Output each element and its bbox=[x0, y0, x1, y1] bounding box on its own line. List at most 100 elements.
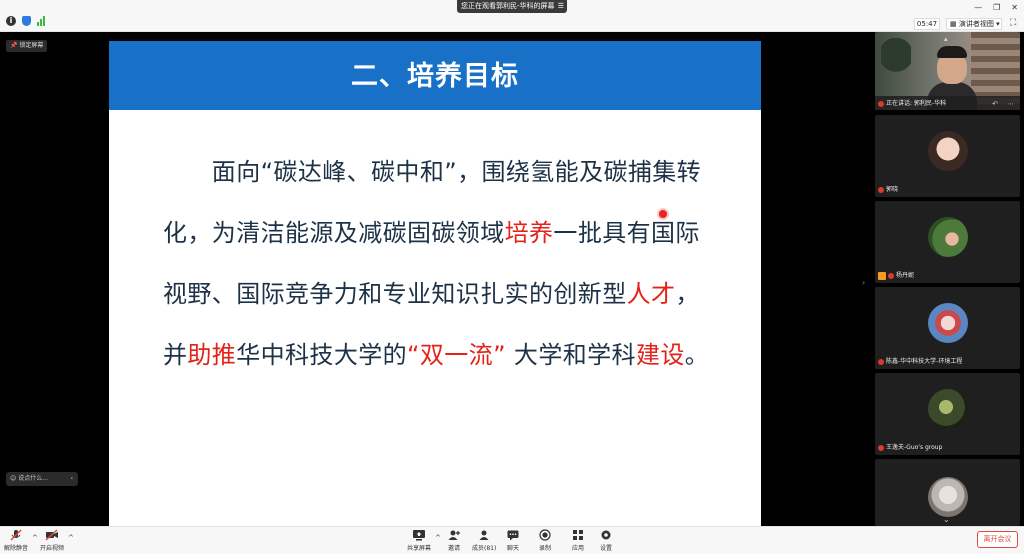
participant-label: 杨丹妮 bbox=[878, 271, 914, 280]
mic-off-icon bbox=[878, 444, 884, 451]
record-button[interactable]: 录制 bbox=[538, 529, 552, 552]
gear-icon bbox=[601, 530, 611, 540]
status-icons: i bbox=[6, 16, 45, 26]
participant-tile[interactable]: 陈鑫-华中科技大学-环境工程 bbox=[875, 287, 1020, 369]
unmute-label: 解除静音 bbox=[4, 545, 29, 552]
grid-icon: ▦ bbox=[950, 20, 957, 28]
lock-screen-label: 锁定屏幕 bbox=[19, 42, 44, 49]
participant-tile[interactable]: ⌄ bbox=[875, 459, 1020, 526]
info-icon[interactable]: i bbox=[6, 16, 16, 26]
settings-label: 设置 bbox=[599, 545, 612, 552]
chevron-up-icon[interactable]: ▴ bbox=[944, 35, 948, 43]
members-button[interactable]: 成员(81) bbox=[472, 529, 496, 552]
slide-text: 。 bbox=[684, 341, 710, 369]
mic-off-icon bbox=[878, 186, 884, 193]
chat-button[interactable]: 聊天 bbox=[506, 529, 520, 552]
chat-label: 聊天 bbox=[506, 545, 519, 552]
shield-icon[interactable] bbox=[22, 16, 31, 26]
slide-highlight: 培养 bbox=[504, 219, 554, 247]
unmute-button[interactable]: 解除静音 bbox=[4, 529, 28, 552]
participant-tile[interactable]: 郭晓 bbox=[875, 115, 1020, 197]
meeting-window: i 您正在观看郭利民-华科的屏幕 ☰ — ❐ ✕ 05:47 ▦ 演讲者视图 ▾… bbox=[0, 0, 1024, 554]
screen-share-icon bbox=[413, 530, 425, 541]
invite-label: 邀请 bbox=[447, 545, 460, 552]
active-speaker-tile[interactable]: ▴ 正在讲话: 郭利民-华科 ↶ ⋯ bbox=[875, 32, 1020, 110]
view-mode-button[interactable]: ▦ 演讲者视图 ▾ bbox=[946, 18, 1002, 30]
share-screen-button[interactable]: 共享屏幕 bbox=[407, 529, 431, 552]
chevron-up-icon[interactable]: ^ bbox=[32, 534, 38, 542]
share-status-text: 您正在观看郭利民-华科的屏幕 bbox=[461, 2, 555, 10]
chat-input[interactable]: ☺ 说点什么... ‹ bbox=[6, 472, 78, 486]
signal-icon[interactable] bbox=[37, 16, 45, 26]
slide-text: 大学和学科 bbox=[505, 341, 636, 369]
close-icon[interactable]: ✕ bbox=[1011, 3, 1018, 12]
meeting-timer: 05:47 bbox=[914, 18, 940, 30]
restore-icon[interactable]: ❐ bbox=[993, 3, 1000, 12]
minimize-icon[interactable]: — bbox=[974, 3, 982, 12]
window-controls: — ❐ ✕ bbox=[974, 3, 1018, 12]
add-user-icon bbox=[448, 530, 460, 540]
avatar bbox=[927, 477, 968, 517]
mic-off-icon bbox=[888, 272, 894, 279]
participant-tile[interactable]: 王逸夫-Guo's group bbox=[875, 373, 1020, 455]
user-icon bbox=[878, 271, 886, 280]
chevron-up-icon[interactable]: ^ bbox=[68, 534, 74, 542]
pin-icon: 📌 bbox=[10, 42, 18, 49]
start-video-button[interactable]: 开启视频 bbox=[40, 529, 64, 552]
leave-meeting-button[interactable]: 离开会议 bbox=[977, 531, 1018, 548]
share-screen-label: 共享屏幕 bbox=[407, 545, 432, 552]
avatar bbox=[927, 217, 968, 257]
record-icon bbox=[539, 529, 551, 541]
slide-title: 二、培养目标 bbox=[351, 61, 519, 92]
meeting-toolbar: 解除静音 ^ 开启视频 ^ 共享屏幕 ^ 邀请 成员(81) 聊天 录制 应用 … bbox=[0, 526, 1024, 554]
slide-highlight: “双一流” bbox=[407, 341, 506, 369]
mic-off-icon bbox=[10, 529, 22, 541]
participant-name: 郭晓 bbox=[886, 186, 899, 193]
slide-text: 华中科技大学的 bbox=[236, 341, 408, 369]
record-label: 录制 bbox=[538, 545, 551, 552]
share-menu-icon[interactable]: ☰ bbox=[558, 0, 564, 13]
lock-screen-button[interactable]: 📌 锁定屏幕 bbox=[6, 40, 48, 52]
members-label: 成员(81) bbox=[472, 545, 497, 552]
chevron-left-icon[interactable]: ‹ bbox=[71, 472, 73, 486]
video-off-icon bbox=[45, 529, 58, 541]
emoji-icon[interactable]: ☺ bbox=[10, 475, 16, 482]
apps-icon bbox=[573, 530, 583, 540]
speaker-label: 正在讲话: 郭利民-华科 bbox=[878, 99, 946, 108]
chat-icon bbox=[507, 530, 519, 541]
participant-name: 陈鑫-华中科技大学-环境工程 bbox=[886, 358, 963, 365]
participant-label: 陈鑫-华中科技大学-环境工程 bbox=[878, 357, 962, 366]
title-bar: i 您正在观看郭利民-华科的屏幕 ☰ — ❐ ✕ 05:47 ▦ 演讲者视图 ▾… bbox=[0, 0, 1024, 32]
view-mode-label: 演讲者视图 bbox=[958, 20, 994, 28]
more-icon[interactable]: ⋯ bbox=[1007, 100, 1014, 108]
start-video-label: 开启视频 bbox=[40, 545, 65, 552]
shared-slide: 二、培养目标 面向“碳达峰、碳中和”，围绕氢能及碳捕集转化，为清洁能源及减碳固碳… bbox=[109, 41, 761, 526]
avatar bbox=[927, 131, 968, 171]
chevron-up-icon[interactable]: ^ bbox=[435, 534, 441, 542]
laser-pointer bbox=[659, 210, 667, 218]
video-plant bbox=[881, 38, 911, 94]
participant-name: 王逸夫-Guo's group bbox=[886, 444, 943, 451]
slide-body: 面向“碳达峰、碳中和”，围绕氢能及碳捕集转化，为清洁能源及减碳固碳领域培养一批具… bbox=[163, 142, 723, 386]
participant-name: 杨丹妮 bbox=[896, 272, 915, 279]
mic-off-icon bbox=[878, 358, 884, 365]
invite-button[interactable]: 邀请 bbox=[447, 529, 461, 552]
avatar bbox=[927, 303, 968, 343]
chat-placeholder: 说点什么... bbox=[18, 475, 48, 482]
fullscreen-icon[interactable]: ⛶ bbox=[1010, 18, 1016, 28]
participant-label: 郭晓 bbox=[878, 185, 898, 194]
apps-button[interactable]: 应用 bbox=[571, 529, 585, 552]
slide-highlight: 助推 bbox=[187, 341, 237, 369]
participant-label: 王逸夫-Guo's group bbox=[878, 443, 942, 452]
apps-label: 应用 bbox=[571, 545, 584, 552]
participant-tile[interactable]: 杨丹妮 bbox=[875, 201, 1020, 283]
collapse-panel-icon[interactable]: › bbox=[862, 278, 865, 287]
video-person-hair bbox=[937, 46, 967, 58]
reply-icon[interactable]: ↶ bbox=[992, 100, 998, 108]
settings-button[interactable]: 设置 bbox=[599, 529, 613, 552]
mic-icon bbox=[878, 100, 884, 107]
chevron-down-icon[interactable]: ⌄ bbox=[943, 515, 950, 524]
screen-share-status[interactable]: 您正在观看郭利民-华科的屏幕 ☰ bbox=[457, 0, 567, 13]
avatar bbox=[927, 389, 968, 429]
slide-highlight: 建设 bbox=[635, 341, 685, 369]
